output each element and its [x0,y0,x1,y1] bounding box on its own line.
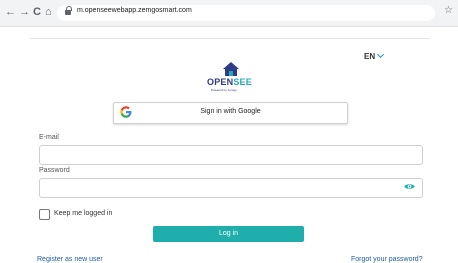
keep-logged-in-checkbox[interactable] [39,209,50,220]
language-selector[interactable]: EN [364,50,385,61]
password-field[interactable] [39,178,423,198]
forgot-password-link[interactable]: Forgot your password? [351,256,423,263]
reload-icon[interactable]: C [33,5,41,19]
forward-icon[interactable]: → [19,5,30,19]
language-label: EN [364,52,376,61]
lock-icon [65,6,72,15]
register-link[interactable]: Register as new user [37,256,103,263]
google-signin-button[interactable]: Sign in with Google [113,102,348,124]
keep-logged-in-label[interactable]: Keep me logged in [54,210,112,217]
password-label: Password [39,167,70,174]
google-signin-label: Sign in with Google [200,108,261,115]
email-field[interactable] [39,145,423,165]
opensee-logo: OPENSEE Powered by zemgo [205,62,255,94]
login-button[interactable]: Log in [153,226,304,242]
house-icon [223,62,239,76]
back-icon[interactable]: ← [5,5,16,19]
logo-tagline: Powered by zemgo [211,88,237,92]
url-text: m.opensee​webapp.zemgosmart.com [77,7,192,14]
logo-wordmark: OPENSEE [207,77,252,87]
bookmark-star-icon[interactable]: ☆ [444,5,453,16]
browser-toolbar: ← → C ⌂ m.opensee​webapp.zemgosmart.com … [0,0,458,27]
email-label: E-mail [39,134,59,141]
address-bar[interactable]: m.opensee​webapp.zemgosmart.com [57,5,435,21]
chevron-down-icon [377,50,385,59]
show-password-eye-icon[interactable] [404,183,415,190]
home-icon[interactable]: ⌂ [45,5,52,19]
header-divider [30,38,430,39]
